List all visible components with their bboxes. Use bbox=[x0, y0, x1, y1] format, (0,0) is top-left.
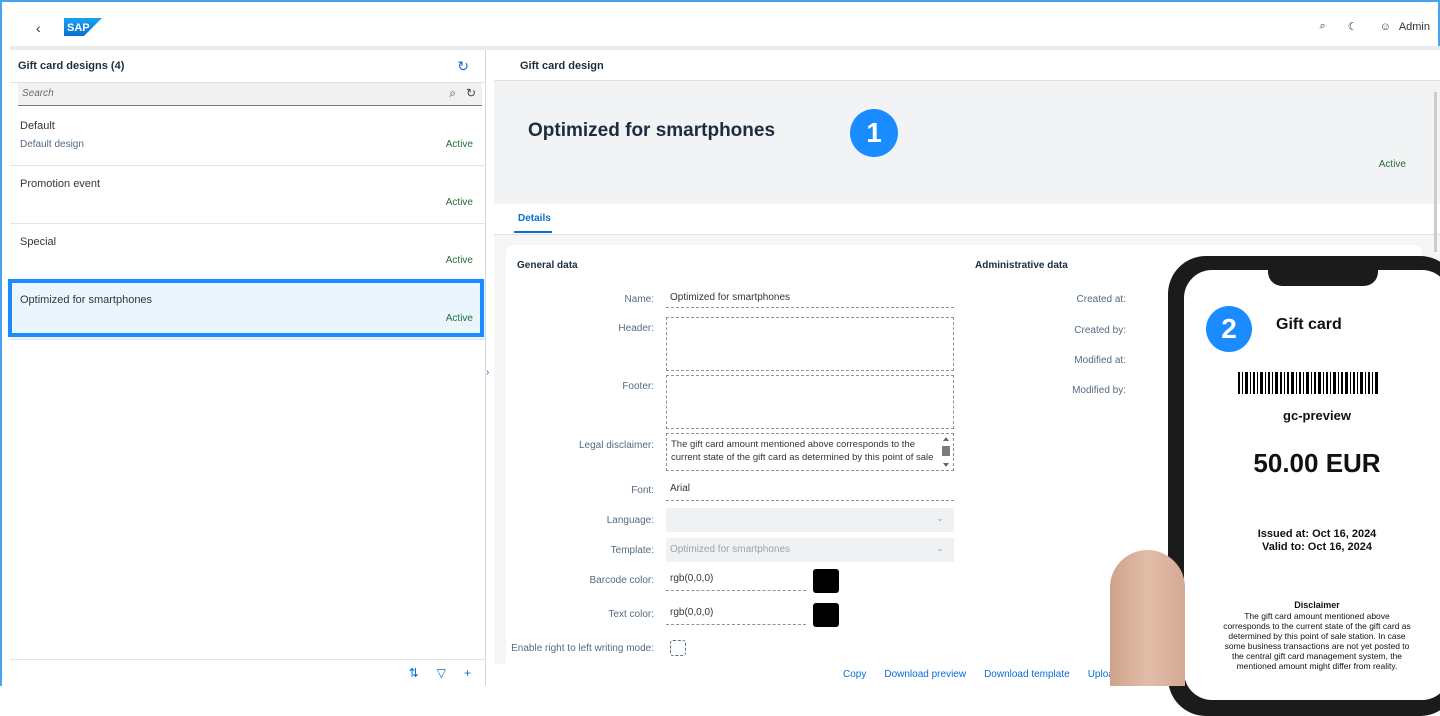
download-preview-button[interactable]: Download preview bbox=[884, 669, 966, 680]
barcode-color-label: Barcode color: bbox=[589, 575, 654, 586]
template-value: Optimized for smartphones bbox=[670, 544, 791, 555]
search-icon[interactable]: ⌕ bbox=[449, 86, 456, 101]
section-administrative-data: Administrative data bbox=[975, 260, 1068, 271]
object-title: Optimized for smartphones bbox=[528, 120, 776, 141]
preview-disclaimer-title: Disclaimer bbox=[1294, 600, 1340, 610]
font-field[interactable]: Arial bbox=[666, 483, 954, 501]
list-item-name: Default bbox=[20, 120, 55, 132]
legal-disclaimer-text: The gift card amount mentioned above cor… bbox=[671, 439, 934, 463]
chevron-down-icon: ⌄ bbox=[936, 543, 944, 553]
preview-issued: Issued at: Oct 16, 2024 bbox=[1257, 528, 1377, 540]
add-icon[interactable]: + bbox=[464, 666, 471, 680]
download-template-button[interactable]: Download template bbox=[984, 669, 1070, 680]
created-at-label: Created at: bbox=[1076, 294, 1126, 305]
detail-header-title: Gift card design bbox=[520, 60, 604, 72]
chevron-down-icon: ⌄ bbox=[936, 513, 944, 523]
phone-notch bbox=[1268, 266, 1378, 286]
barcode-color-field[interactable]: rgb(0,0,0) bbox=[666, 573, 806, 591]
user-icon: ☺ bbox=[1379, 20, 1391, 33]
legal-disclaimer-label: Legal disclaimer: bbox=[578, 440, 654, 451]
list-item-status: Active bbox=[445, 255, 473, 266]
language-select[interactable]: ⌄ bbox=[666, 508, 954, 532]
rtl-mode-label: Enable right to left writing mode: bbox=[511, 643, 654, 654]
text-color-field[interactable]: rgb(0,0,0) bbox=[666, 607, 806, 625]
callout-badge-2: 2 bbox=[1206, 306, 1252, 352]
list-item[interactable]: Special Active bbox=[10, 224, 485, 282]
list-item[interactable]: Promotion event Active bbox=[10, 166, 485, 224]
list-footer-toolbar: ⇅ ▽ + bbox=[10, 659, 485, 686]
theme-moon-icon[interactable]: ☾ bbox=[1348, 20, 1358, 33]
page-scrollbar[interactable] bbox=[1434, 92, 1437, 252]
selection-highlight-frame bbox=[8, 279, 484, 337]
tab-bar: Details bbox=[494, 204, 1440, 235]
back-arrow-icon[interactable]: ‹ bbox=[36, 20, 41, 36]
font-label: Font: bbox=[631, 485, 654, 496]
preview-title: Gift card bbox=[1276, 316, 1342, 333]
preview-code: gc-preview bbox=[1283, 408, 1351, 423]
list-item-status: Active bbox=[445, 139, 473, 150]
list-item-status: Active bbox=[445, 197, 473, 208]
copy-button[interactable]: Copy bbox=[843, 669, 866, 680]
search-icon[interactable]: ⌕ bbox=[1320, 20, 1326, 33]
refresh-icon[interactable]: ↻ bbox=[457, 58, 469, 75]
created-by-label: Created by: bbox=[1074, 325, 1126, 336]
list-item-name: Promotion event bbox=[20, 178, 101, 190]
name-label: Name: bbox=[624, 294, 654, 305]
language-label: Language: bbox=[606, 515, 654, 526]
preview-disclaimer-text: The gift card amount mentioned above cor… bbox=[1223, 611, 1411, 671]
list-item[interactable]: Default Default design Active bbox=[10, 108, 485, 166]
splitter-arrow-icon[interactable]: › bbox=[486, 367, 489, 378]
text-color-label: Text color: bbox=[608, 609, 654, 620]
preview-valid: Valid to: Oct 16, 2024 bbox=[1261, 541, 1373, 553]
detail-header: Gift card design bbox=[494, 50, 1440, 81]
modified-by-label: Modified by: bbox=[1072, 385, 1126, 396]
footer-textarea[interactable] bbox=[666, 375, 954, 429]
svg-text:SAP: SAP bbox=[67, 22, 90, 34]
tab-underline bbox=[514, 231, 552, 233]
textarea-scrollbar[interactable] bbox=[941, 436, 951, 468]
header-textarea[interactable] bbox=[666, 317, 954, 371]
refresh-icon[interactable]: ↻ bbox=[466, 86, 476, 101]
hand-image bbox=[1110, 550, 1185, 686]
phone-preview: 2 Gift card gc-preview 50.00 EUR Issued … bbox=[1110, 250, 1440, 716]
preview-dates: Issued at: Oct 16, 2024 Valid to: Oct 16… bbox=[1184, 528, 1440, 554]
name-field[interactable]: Optimized for smartphones bbox=[666, 292, 954, 308]
header-label: Header: bbox=[618, 323, 654, 334]
user-menu[interactable]: ☺ Admin bbox=[1380, 21, 1430, 33]
user-name: Admin bbox=[1398, 20, 1430, 33]
footer-label: Footer: bbox=[622, 381, 654, 392]
list-header: Gift card designs (4) ↻ bbox=[10, 50, 485, 83]
section-general-data: General data bbox=[517, 260, 578, 271]
list-title: Gift card designs (4) bbox=[18, 60, 125, 72]
search-placeholder: Search bbox=[22, 88, 54, 99]
barcode-image bbox=[1238, 372, 1378, 394]
shell-bar: ‹ SAP ⌕ ☾ ☺ Admin bbox=[10, 8, 1438, 47]
template-label: Template: bbox=[610, 545, 654, 556]
master-list-pane: Gift card designs (4) ↻ Search ⌕ ↻ Defaul… bbox=[10, 50, 486, 686]
object-status: Active bbox=[1378, 159, 1406, 170]
modified-at-label: Modified at: bbox=[1074, 355, 1126, 366]
text-color-swatch[interactable] bbox=[813, 603, 839, 627]
barcode-color-swatch[interactable] bbox=[813, 569, 839, 593]
callout-badge-1: 1 bbox=[850, 109, 898, 157]
sap-logo[interactable]: SAP bbox=[64, 18, 102, 36]
tab-details[interactable]: Details bbox=[518, 213, 551, 224]
search-field[interactable]: Search ⌕ ↻ bbox=[18, 83, 482, 106]
template-select[interactable]: Optimized for smartphones ⌄ bbox=[666, 538, 954, 562]
legal-disclaimer-textarea[interactable]: The gift card amount mentioned above cor… bbox=[666, 433, 954, 471]
sort-icon[interactable]: ⇅ bbox=[409, 666, 419, 680]
list-item-description: Default design bbox=[20, 139, 84, 150]
object-header: Optimized for smartphones 1 Active bbox=[494, 81, 1440, 204]
preview-amount: 50.00 EUR bbox=[1253, 448, 1381, 478]
filter-icon[interactable]: ▽ bbox=[437, 666, 446, 680]
rtl-mode-checkbox[interactable] bbox=[670, 640, 686, 656]
list-item-name: Special bbox=[20, 236, 57, 248]
